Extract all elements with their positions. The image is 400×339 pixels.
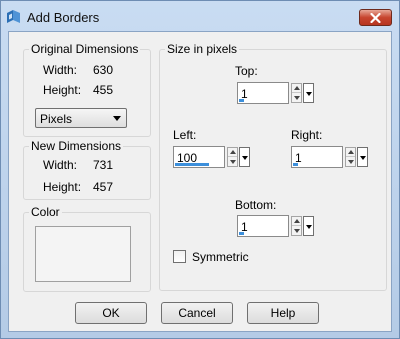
new-height-label: Height: — [43, 180, 82, 194]
arrow-down-icon — [229, 159, 236, 164]
left-stepper[interactable] — [227, 147, 238, 167]
bottom-label: Bottom: — [235, 198, 277, 212]
decrement-button[interactable] — [228, 157, 237, 166]
top-progress-bar — [239, 99, 244, 102]
chevron-down-icon — [306, 92, 312, 96]
add-borders-app-icon — [6, 10, 21, 24]
right-progress-bar — [293, 163, 298, 166]
title-bar[interactable]: Add Borders — [1, 1, 399, 31]
original-height-label: Height: — [43, 83, 82, 97]
decrement-button[interactable] — [292, 226, 301, 235]
arrow-up-icon — [293, 219, 300, 223]
ok-button[interactable]: OK — [75, 302, 147, 324]
units-dropdown[interactable]: Pixels — [35, 108, 127, 128]
bottom-stepper[interactable] — [291, 216, 302, 236]
dialog-client-area: Original Dimensions Width: 630 Height: 4… — [8, 31, 392, 332]
right-dropdown-button[interactable] — [357, 147, 368, 167]
chevron-down-icon — [113, 116, 121, 121]
symmetric-checkbox[interactable] — [173, 250, 186, 263]
original-width-label: Width: — [43, 63, 78, 77]
left-label: Left: — [173, 128, 197, 142]
bottom-dropdown-button[interactable] — [303, 216, 314, 236]
increment-button[interactable] — [292, 217, 301, 226]
chevron-down-icon — [306, 225, 312, 229]
bottom-spinbox[interactable]: 1 — [237, 215, 315, 237]
new-dimensions-label: New Dimensions — [29, 139, 124, 153]
original-dimensions-label: Original Dimensions — [29, 42, 141, 56]
left-dropdown-button[interactable] — [239, 147, 250, 167]
window-title: Add Borders — [27, 10, 100, 25]
cancel-button[interactable]: Cancel — [161, 302, 233, 324]
new-width-label: Width: — [43, 158, 78, 172]
new-height-value: 457 — [93, 180, 114, 194]
size-in-pixels-label: Size in pixels — [165, 42, 240, 56]
increment-button[interactable] — [228, 148, 237, 157]
arrow-up-icon — [347, 150, 354, 154]
increment-button[interactable] — [346, 148, 355, 157]
top-input[interactable]: 1 — [237, 82, 289, 104]
bottom-input[interactable]: 1 — [237, 215, 289, 237]
symmetric-label[interactable]: Symmetric — [192, 250, 249, 264]
close-button[interactable] — [359, 9, 392, 26]
top-stepper[interactable] — [291, 83, 302, 103]
arrow-up-icon — [293, 86, 300, 90]
original-height-value: 455 — [93, 83, 114, 97]
arrow-up-icon — [229, 150, 236, 154]
arrow-down-icon — [347, 159, 354, 164]
right-input[interactable]: 1 — [291, 146, 343, 168]
top-spinbox[interactable]: 1 — [237, 82, 315, 104]
units-selected-value: Pixels — [40, 112, 73, 126]
arrow-down-icon — [293, 228, 300, 233]
color-group-label: Color — [29, 205, 62, 219]
add-borders-dialog: Add Borders Original Dimensions Width: 6… — [0, 0, 400, 339]
left-input[interactable]: 100 — [173, 146, 225, 168]
help-button[interactable]: Help — [247, 302, 319, 324]
right-stepper[interactable] — [345, 147, 356, 167]
top-label: Top: — [235, 64, 258, 78]
decrement-button[interactable] — [292, 93, 301, 102]
close-icon — [370, 12, 381, 23]
arrow-down-icon — [293, 95, 300, 100]
border-color-swatch[interactable] — [35, 226, 131, 282]
decrement-button[interactable] — [346, 157, 355, 166]
original-width-value: 630 — [93, 63, 114, 77]
top-dropdown-button[interactable] — [303, 83, 314, 103]
increment-button[interactable] — [292, 84, 301, 93]
chevron-down-icon — [242, 156, 248, 160]
new-width-value: 731 — [93, 158, 114, 172]
chevron-down-icon — [360, 156, 366, 160]
left-spinbox[interactable]: 100 — [173, 146, 251, 168]
right-spinbox[interactable]: 1 — [291, 146, 369, 168]
bottom-progress-bar — [239, 232, 244, 235]
right-label: Right: — [291, 128, 323, 142]
left-progress-bar — [175, 163, 209, 166]
